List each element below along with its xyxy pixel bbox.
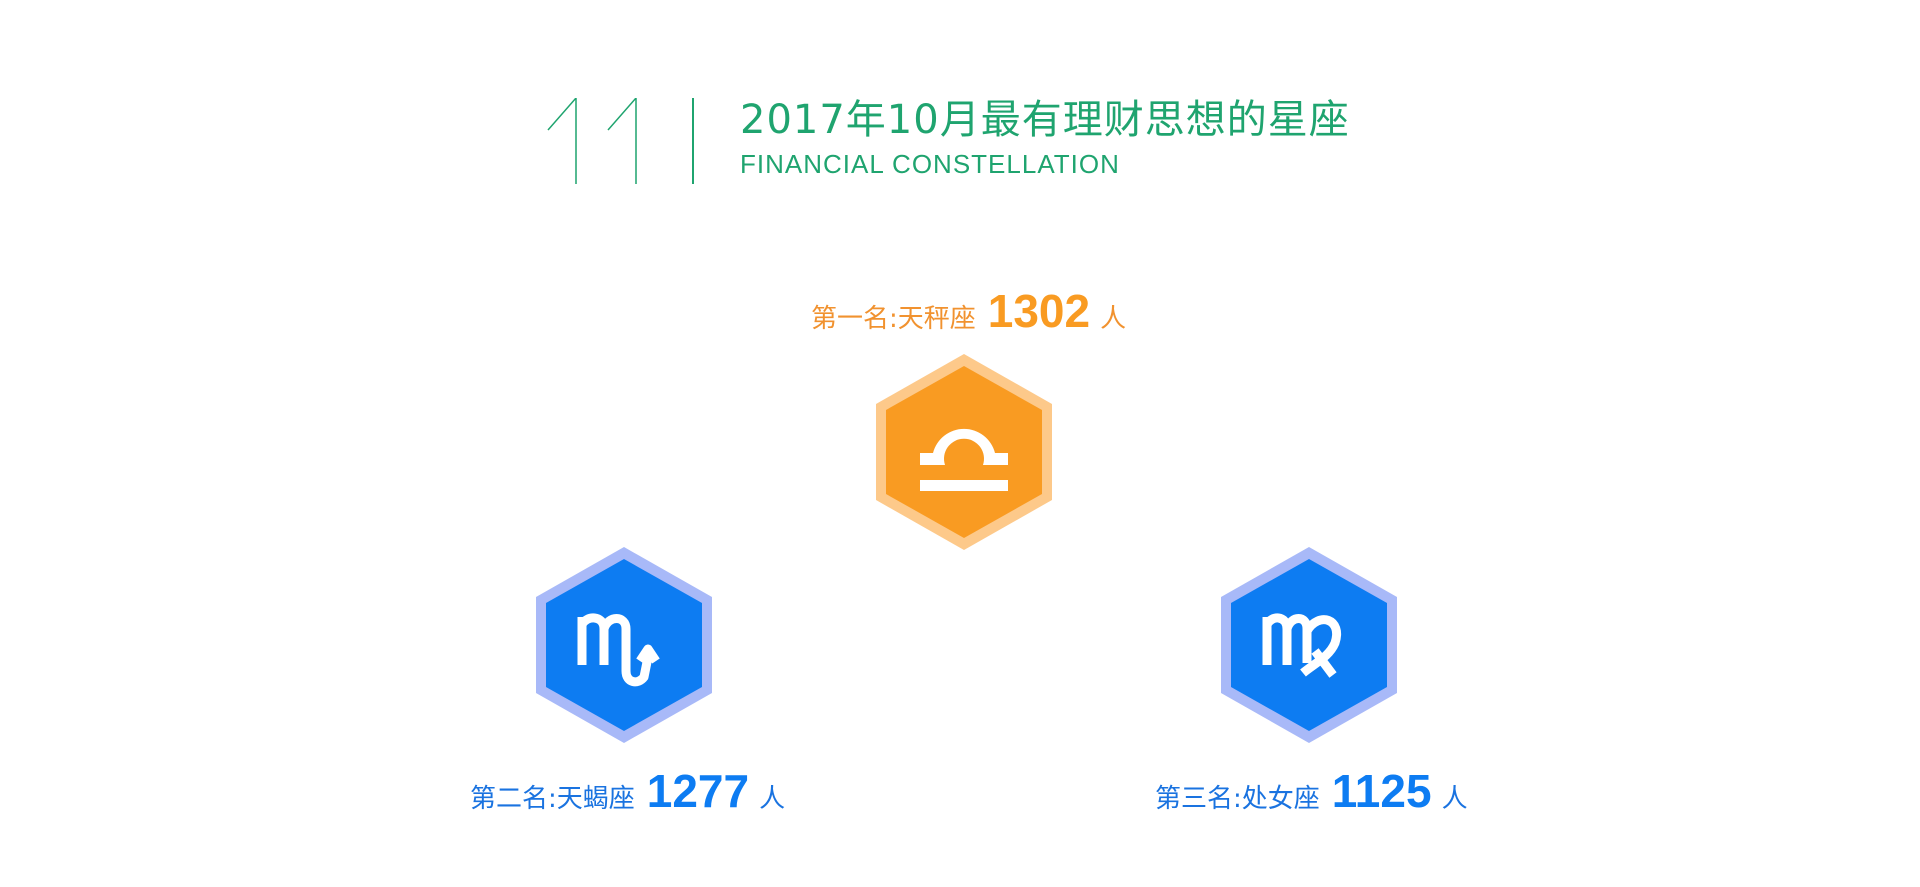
rank-third: 第三名:处女座 1125 人: [1155, 764, 1468, 818]
rank-label: 第二名:天蝎座: [470, 784, 635, 814]
page-subtitle: FINANCIAL CONSTELLATION: [740, 149, 1120, 179]
rank-unit: 人: [1441, 784, 1468, 814]
rank-label: 第三名:处女座: [1155, 784, 1320, 814]
page-title: 2017年10月最有理财思想的星座: [740, 97, 1350, 143]
rank-label: 第一名:天秤座: [811, 304, 976, 334]
digit-one-right: [607, 98, 637, 184]
rank-unit: 人: [1100, 304, 1127, 334]
digit-one-left: [547, 98, 577, 184]
section-number: 11: [547, 98, 637, 184]
virgo-badge: [1219, 545, 1399, 745]
header-divider: [692, 98, 694, 184]
rank-count: 1277: [646, 765, 750, 817]
rank-count: 1302: [987, 285, 1091, 337]
rank-unit: 人: [759, 784, 786, 814]
rank-first: 第一名:天秤座 1302 人: [811, 284, 1126, 338]
rank-second: 第二名:天蝎座 1277 人: [470, 764, 785, 818]
libra-badge: [874, 352, 1054, 552]
scorpio-badge: [534, 545, 714, 745]
rank-count: 1125: [1331, 765, 1432, 817]
